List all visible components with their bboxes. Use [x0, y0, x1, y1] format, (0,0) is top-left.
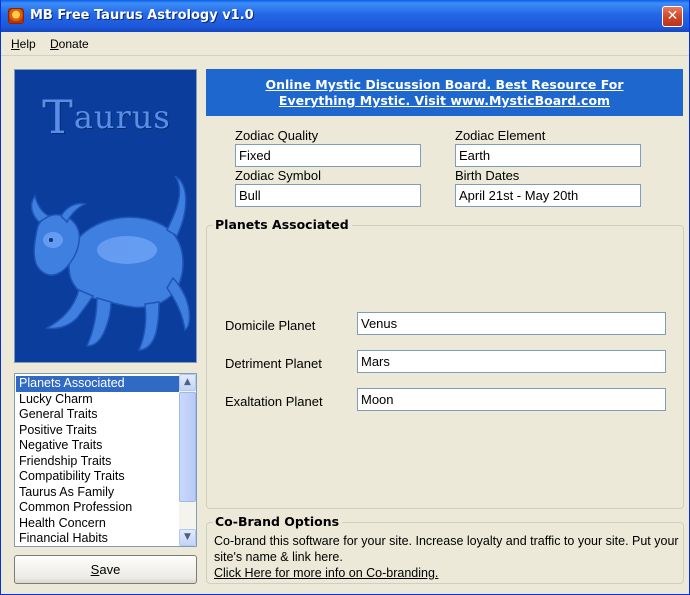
- domicile-planet-label: Domicile Planet: [225, 318, 316, 333]
- detriment-planet-field[interactable]: Mars: [357, 350, 666, 373]
- topic-list[interactable]: Planets Associated Lucky Charm General Tra…: [14, 373, 197, 547]
- cobrand-group-title: Co-Brand Options: [213, 514, 343, 529]
- planets-group-title: Planets Associated: [213, 217, 352, 232]
- list-item[interactable]: Positive Traits: [16, 423, 179, 439]
- list-item[interactable]: Common Profession: [16, 500, 179, 516]
- mystic-board-link[interactable]: Online Mystic Discussion Board. Best Res…: [206, 69, 683, 116]
- close-button[interactable]: ✕: [662, 6, 683, 27]
- list-item[interactable]: Lucky Charm: [16, 392, 179, 408]
- window-title: MB Free Taurus Astrology v1.0: [30, 8, 254, 23]
- domicile-planet-field[interactable]: Venus: [357, 312, 666, 335]
- app-icon: [8, 8, 24, 24]
- topic-list-items: Planets Associated Lucky Charm General Tra…: [16, 376, 179, 546]
- list-item[interactable]: Negative Traits: [16, 438, 179, 454]
- save-button[interactable]: Save: [14, 555, 197, 584]
- exaltation-planet-label: Exaltation Planet: [225, 394, 323, 409]
- list-item[interactable]: Taurus As Family: [16, 485, 179, 501]
- bull-icon: [30, 175, 191, 351]
- zodiac-quality-label: Zodiac Quality: [235, 128, 319, 143]
- exaltation-planet-field[interactable]: Moon: [357, 388, 666, 411]
- ad-line-2: Everything Mystic. Visit www.MysticBoard…: [278, 93, 611, 108]
- zodiac-quality-field[interactable]: Fixed: [235, 144, 421, 167]
- list-item[interactable]: Health Concern: [16, 516, 179, 532]
- zodiac-element-label: Zodiac Element: [455, 128, 546, 143]
- ad-line-1: Online Mystic Discussion Board. Best Res…: [265, 77, 624, 92]
- banner-title: Taurus: [42, 90, 171, 144]
- cobrand-description: Co-brand this software for your site. In…: [214, 534, 679, 564]
- list-item[interactable]: Planets Associated: [16, 376, 179, 392]
- close-icon: ✕: [666, 8, 679, 24]
- menu-bar: Help Donate: [1, 32, 689, 56]
- title-bar[interactable]: MB Free Taurus Astrology v1.0 ✕: [1, 0, 689, 32]
- scroll-thumb[interactable]: [179, 392, 196, 502]
- app-window: MB Free Taurus Astrology v1.0 ✕ Help Don…: [0, 0, 690, 595]
- chevron-down-icon: ▼: [184, 532, 191, 542]
- birth-dates-label: Birth Dates: [455, 168, 520, 183]
- list-scrollbar[interactable]: ▲ ▼: [179, 374, 196, 546]
- zodiac-symbol-field[interactable]: Bull: [235, 184, 421, 207]
- list-item[interactable]: Compatibility Traits: [16, 469, 179, 485]
- menu-donate[interactable]: Donate: [50, 37, 89, 51]
- list-item[interactable]: General Traits: [16, 407, 179, 423]
- birth-dates-field[interactable]: April 21st - May 20th: [455, 184, 641, 207]
- scroll-down-button[interactable]: ▼: [179, 529, 196, 546]
- scroll-up-button[interactable]: ▲: [179, 374, 196, 391]
- chevron-up-icon: ▲: [184, 377, 191, 387]
- zodiac-symbol-label: Zodiac Symbol: [235, 168, 321, 183]
- list-item[interactable]: Financial Habits: [16, 531, 179, 546]
- cobrand-info-link[interactable]: Click Here for more info on Co-branding.: [214, 566, 438, 580]
- list-item[interactable]: Friendship Traits: [16, 454, 179, 470]
- taurus-banner: Taurus: [14, 69, 197, 363]
- detriment-planet-label: Detriment Planet: [225, 356, 322, 371]
- zodiac-element-field[interactable]: Earth: [455, 144, 641, 167]
- menu-help[interactable]: Help: [11, 37, 36, 51]
